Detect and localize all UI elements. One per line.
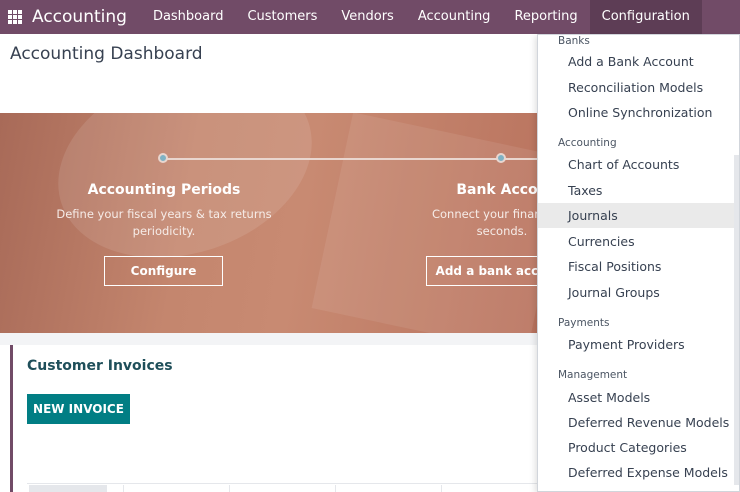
menu-item-fiscal-positions[interactable]: Fiscal Positions: [538, 254, 739, 279]
apps-grid-icon[interactable]: [8, 10, 22, 24]
menu-item-product-categories[interactable]: Product Categories: [538, 435, 739, 460]
page-title: Accounting Dashboard: [10, 44, 203, 64]
graph-tick: [229, 485, 230, 492]
new-invoice-button[interactable]: NEW INVOICE: [27, 394, 130, 424]
configure-button[interactable]: Configure: [104, 256, 223, 286]
nav-reporting[interactable]: Reporting: [502, 0, 589, 34]
step-title: Accounting Periods: [87, 182, 241, 198]
nav-accounting[interactable]: Accounting: [406, 0, 503, 34]
top-navbar: Accounting Dashboard Customers Vendors A…: [0, 0, 740, 34]
menu-item-payment-providers[interactable]: Payment Providers: [538, 332, 739, 357]
menu-item-chart-of-accounts[interactable]: Chart of Accounts: [538, 152, 739, 177]
graph-tick: [335, 485, 336, 492]
menu-section-accounting: Accounting: [558, 137, 617, 149]
onboarding-banner: Accounting Periods Define your fiscal ye…: [0, 113, 540, 333]
menu-item-journals[interactable]: Journals: [538, 203, 739, 228]
nav-configuration[interactable]: Configuration: [589, 0, 702, 34]
step-description-line: periodicity.: [132, 224, 196, 238]
graph-tick: [123, 485, 124, 492]
menu-item-add-bank-account[interactable]: Add a Bank Account: [538, 49, 739, 74]
menu-section-banks: Banks: [558, 35, 590, 47]
step-dot: [158, 153, 168, 163]
steps-connector-line: [163, 158, 540, 160]
menu-section-payments: Payments: [558, 317, 610, 329]
nav-vendors[interactable]: Vendors: [329, 0, 405, 34]
customer-invoices-card: Customer Invoices NEW INVOICE: [10, 345, 540, 492]
card-title[interactable]: Customer Invoices: [27, 358, 173, 374]
dropdown-scrollbar[interactable]: [734, 155, 739, 485]
app-brand[interactable]: Accounting: [32, 7, 127, 27]
step-accounting-periods: Accounting Periods Define your fiscal ye…: [44, 182, 284, 240]
step-description-line: seconds.: [476, 224, 528, 238]
step-description-line: Connect your financial a: [431, 207, 540, 221]
menu-item-journal-groups[interactable]: Journal Groups: [538, 280, 739, 305]
menu-item-deferred-revenue-models[interactable]: Deferred Revenue Models: [538, 410, 739, 435]
nav-customers[interactable]: Customers: [235, 0, 329, 34]
configuration-dropdown-menu: Banks Add a Bank Account Reconciliation …: [537, 34, 740, 492]
nav-dashboard[interactable]: Dashboard: [141, 0, 236, 34]
menu-item-taxes[interactable]: Taxes: [538, 178, 739, 203]
section-separator: [0, 333, 540, 345]
step-description: Define your fiscal years & tax returns p…: [44, 206, 284, 240]
step-description-line: Define your fiscal years & tax returns: [56, 207, 272, 221]
graph-tick: [441, 485, 442, 492]
menu-item-currencies[interactable]: Currencies: [538, 229, 739, 254]
step-description: Connect your financial a seconds.: [382, 206, 540, 240]
menu-item-deferred-expense-models[interactable]: Deferred Expense Models: [538, 460, 739, 485]
graph-bar: [29, 485, 107, 492]
add-bank-account-button[interactable]: Add a bank acco: [426, 256, 540, 286]
step-title: Bank Accou: [456, 182, 540, 198]
menu-item-reconciliation-models[interactable]: Reconciliation Models: [538, 75, 739, 100]
menu-item-online-synchronization[interactable]: Online Synchronization: [538, 100, 739, 125]
menu-item-asset-models[interactable]: Asset Models: [538, 385, 739, 410]
step-dot: [496, 153, 506, 163]
menu-section-management: Management: [558, 369, 628, 381]
step-bank-account: Bank Accou Connect your financial a seco…: [382, 182, 540, 240]
